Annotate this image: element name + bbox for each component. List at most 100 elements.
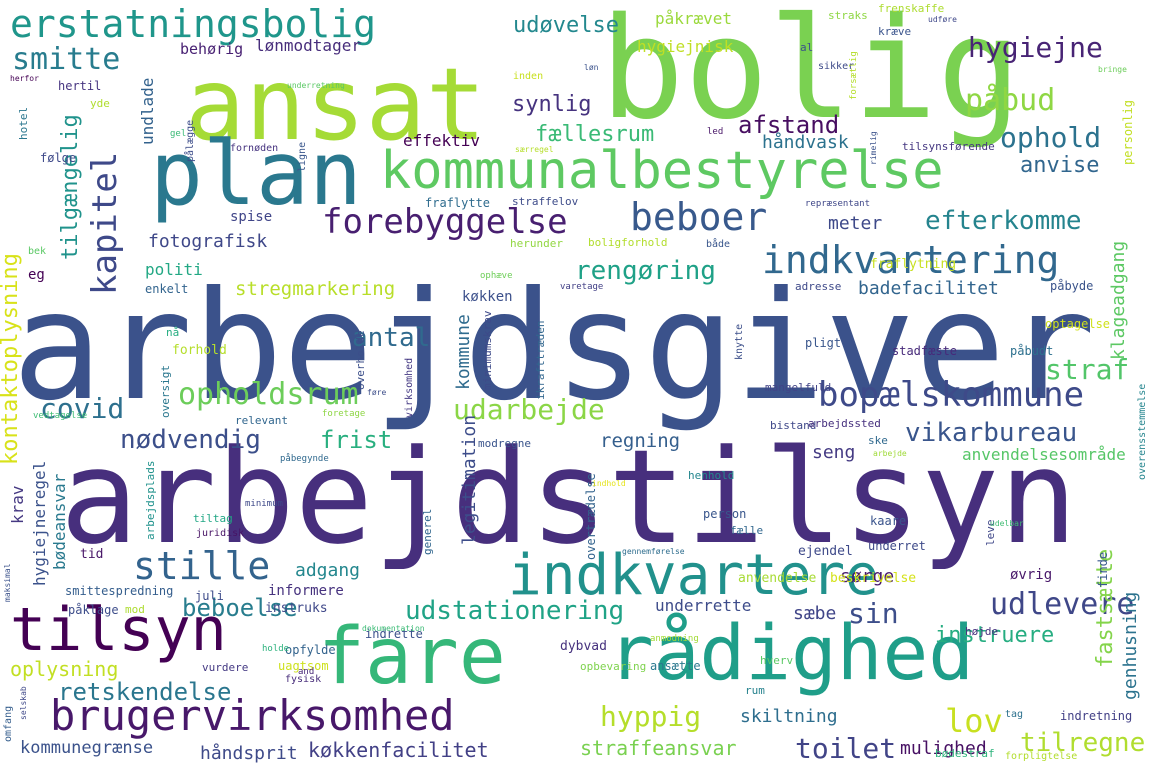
word: fællesrum (535, 122, 655, 147)
word: badefacilitet (858, 278, 999, 299)
word: herunder (510, 237, 563, 250)
word: fraflytning (870, 257, 957, 272)
word: legitimation (459, 414, 480, 545)
word: smitte (12, 42, 121, 77)
word: kræve (878, 25, 912, 38)
word: nå (166, 326, 180, 339)
word: særregel (515, 145, 554, 154)
word: hygiejneregel (30, 460, 49, 586)
word: fælle (730, 524, 764, 537)
word: rimelig (869, 131, 878, 165)
word: opbevaring (580, 660, 647, 673)
word: forsætlig (849, 51, 859, 100)
word: generel (421, 508, 434, 555)
word: udelbar (990, 519, 1024, 528)
word: stille (133, 544, 271, 588)
word: fotografisk (148, 231, 268, 252)
word: arbejdssted (808, 417, 881, 430)
word: mangelfuld (765, 381, 832, 394)
word: juli (195, 589, 224, 603)
word: omfang (3, 705, 14, 742)
word: varetage (560, 282, 604, 292)
word: effektiv (403, 131, 481, 150)
word: krav (8, 485, 27, 524)
word: henhold (688, 469, 735, 482)
word: påkrævet (655, 9, 733, 28)
word: adresse (795, 280, 842, 293)
word: klageadgang (1108, 240, 1129, 360)
word: både (706, 239, 731, 250)
word: opholdsrum (178, 377, 359, 412)
word: rum (745, 684, 765, 697)
word: minimumskrav (481, 310, 494, 390)
word: kommunalbestyrelse (380, 141, 944, 201)
word: fornøden (230, 143, 279, 154)
word: anvendelsesområde (962, 445, 1126, 464)
word: sin (848, 597, 899, 630)
word: udføre (928, 15, 957, 24)
word: hertil (58, 79, 102, 93)
word: modregne (478, 437, 531, 450)
word: finde (1096, 551, 1110, 588)
word: beboer (630, 195, 768, 239)
word: kontaktoplysning (0, 253, 23, 465)
word: håndsprit (200, 743, 298, 764)
word: arbejde (873, 449, 907, 458)
word: påbyde (1050, 279, 1094, 293)
word: tilgængelig (58, 114, 83, 260)
word: oplysning (10, 657, 119, 681)
word: herfor (10, 74, 39, 83)
word: vedtagelse (33, 411, 88, 421)
word: frist (320, 426, 393, 454)
word: straks (828, 9, 868, 22)
word: dokumentation (362, 624, 425, 633)
word: ligne (297, 141, 308, 172)
word: oversigt (159, 365, 172, 418)
word: adgang (295, 560, 361, 581)
word: udøvelse (513, 13, 619, 38)
word: underret (868, 539, 926, 553)
word: straffeansvar (580, 736, 737, 760)
word: ophæve (480, 271, 513, 281)
word: and (298, 667, 315, 677)
word: dybvad (560, 639, 607, 654)
word: indretning (1060, 709, 1133, 723)
word: optagelse (1045, 317, 1111, 331)
word: løn (584, 63, 599, 72)
word: lønmodtager (255, 36, 361, 55)
word: rengøring (575, 256, 716, 286)
word: juridisk (196, 528, 245, 539)
word-cloud: arbejdsgiver arbejdstilsyn bolig ansat p… (0, 0, 1155, 770)
word: underretning (287, 81, 345, 90)
word: håndvask (762, 132, 849, 153)
word: forpligtelse (1005, 751, 1078, 762)
word: skiltning (740, 706, 838, 727)
word: forebyggelse (322, 202, 568, 242)
word: påklage (68, 603, 119, 617)
word: rådighed (608, 608, 975, 697)
word: vurdere (202, 661, 249, 674)
word: påbudt (1010, 344, 1054, 358)
word: holde (262, 644, 290, 654)
word: politi (145, 260, 203, 279)
word: pligt (805, 336, 842, 350)
word: person (703, 507, 747, 521)
word: anvise (1020, 153, 1100, 178)
word: straf (1045, 353, 1130, 386)
word: meter (828, 213, 883, 234)
word: knytte (734, 323, 745, 360)
word: spise (230, 209, 273, 225)
word: genhusning (1120, 591, 1141, 700)
word: kaare (870, 514, 907, 528)
word: øvrig (1010, 567, 1053, 583)
word: forhold (172, 343, 227, 358)
word: efterkomme (925, 206, 1082, 236)
word: yde (90, 97, 110, 110)
word: anvendelse (738, 571, 817, 586)
word: mod (125, 603, 145, 616)
word: personlig (1121, 99, 1135, 165)
word: frenskaffe (878, 2, 945, 15)
word: indhold (592, 479, 626, 488)
word: arbejdsplads (144, 460, 157, 540)
word: tiltag (193, 512, 233, 525)
